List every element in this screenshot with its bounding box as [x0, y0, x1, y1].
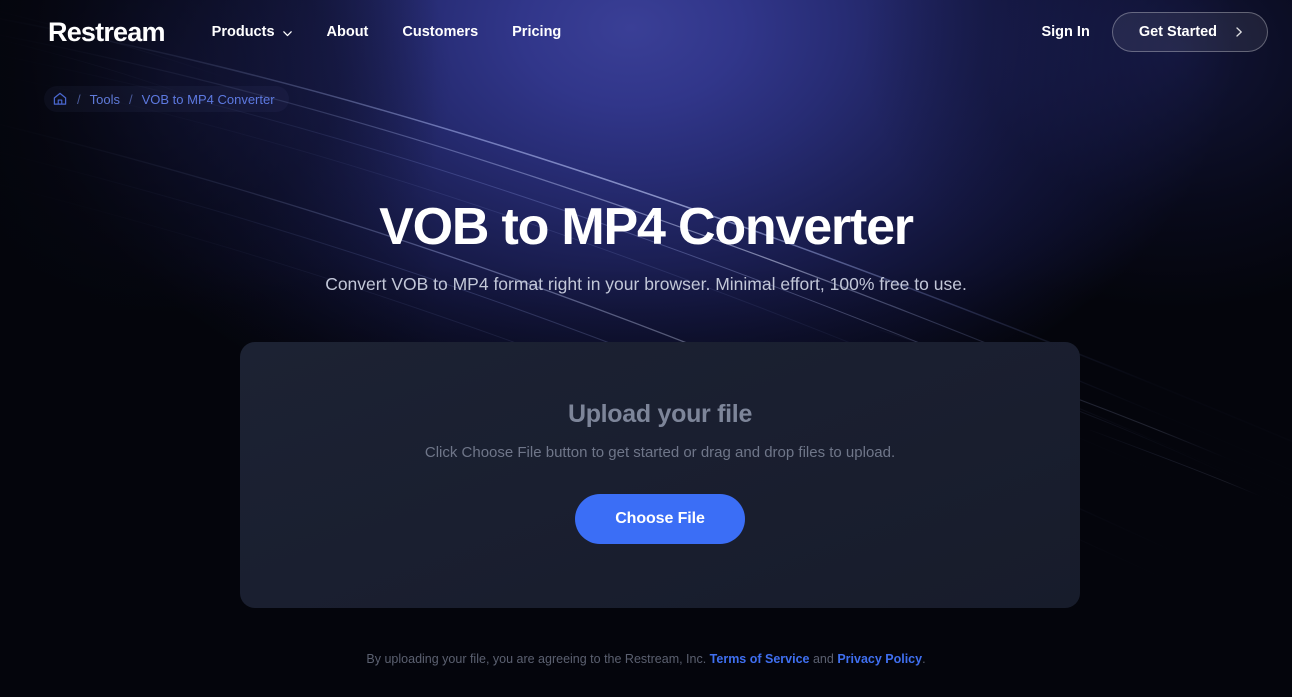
nav-item-label: Products [211, 24, 275, 40]
nav-item-label: Customers [402, 24, 479, 40]
nav-item-about[interactable]: About [310, 16, 386, 48]
breadcrumb-separator: / [128, 91, 133, 107]
home-icon[interactable] [52, 91, 68, 107]
legal-prefix: By uploading your file, you are agreeing… [366, 652, 710, 666]
breadcrumb-item-current: VOB to MP4 Converter [141, 91, 275, 107]
primary-navigation: Products About Customers Pricing [195, 16, 579, 48]
breadcrumb: / Tools / VOB to MP4 Converter [44, 86, 289, 112]
header-actions: Sign In Get Started [1041, 12, 1268, 52]
restream-logo[interactable]: Restream [48, 17, 165, 48]
sign-in-link[interactable]: Sign In [1041, 24, 1089, 40]
upload-heading: Upload your file [567, 400, 753, 428]
get-started-label: Get Started [1138, 24, 1217, 40]
hero-section: VOB to MP4 Converter Convert VOB to MP4 … [0, 198, 1292, 295]
get-started-button[interactable]: Get Started [1111, 12, 1268, 52]
choose-file-button[interactable]: Choose File [575, 494, 745, 544]
page-title: VOB to MP4 Converter [379, 198, 914, 256]
chevron-down-icon [282, 28, 293, 39]
nav-item-pricing[interactable]: Pricing [495, 16, 578, 48]
upload-instructions: Click Choose File button to get started … [424, 444, 896, 461]
file-upload-dropzone[interactable]: Upload your file Click Choose File butto… [240, 342, 1080, 608]
nav-item-label: Pricing [512, 24, 562, 40]
site-header: Restream Products About Customers Pricin… [0, 0, 1292, 64]
page-subtitle: Convert VOB to MP4 format right in your … [325, 274, 967, 295]
nav-item-label: About [326, 24, 369, 40]
nav-item-customers[interactable]: Customers [385, 16, 495, 48]
legal-disclaimer: By uploading your file, you are agreeing… [0, 652, 1292, 666]
legal-suffix: . [922, 652, 926, 666]
privacy-policy-link[interactable]: Privacy Policy [837, 652, 922, 666]
legal-conjunction: and [809, 652, 838, 666]
breadcrumb-separator: / [77, 91, 81, 107]
chevron-right-icon [1233, 26, 1245, 38]
terms-of-service-link[interactable]: Terms of Service [710, 652, 810, 666]
nav-item-products[interactable]: Products [195, 16, 310, 48]
breadcrumb-item-tools[interactable]: Tools [90, 92, 120, 107]
